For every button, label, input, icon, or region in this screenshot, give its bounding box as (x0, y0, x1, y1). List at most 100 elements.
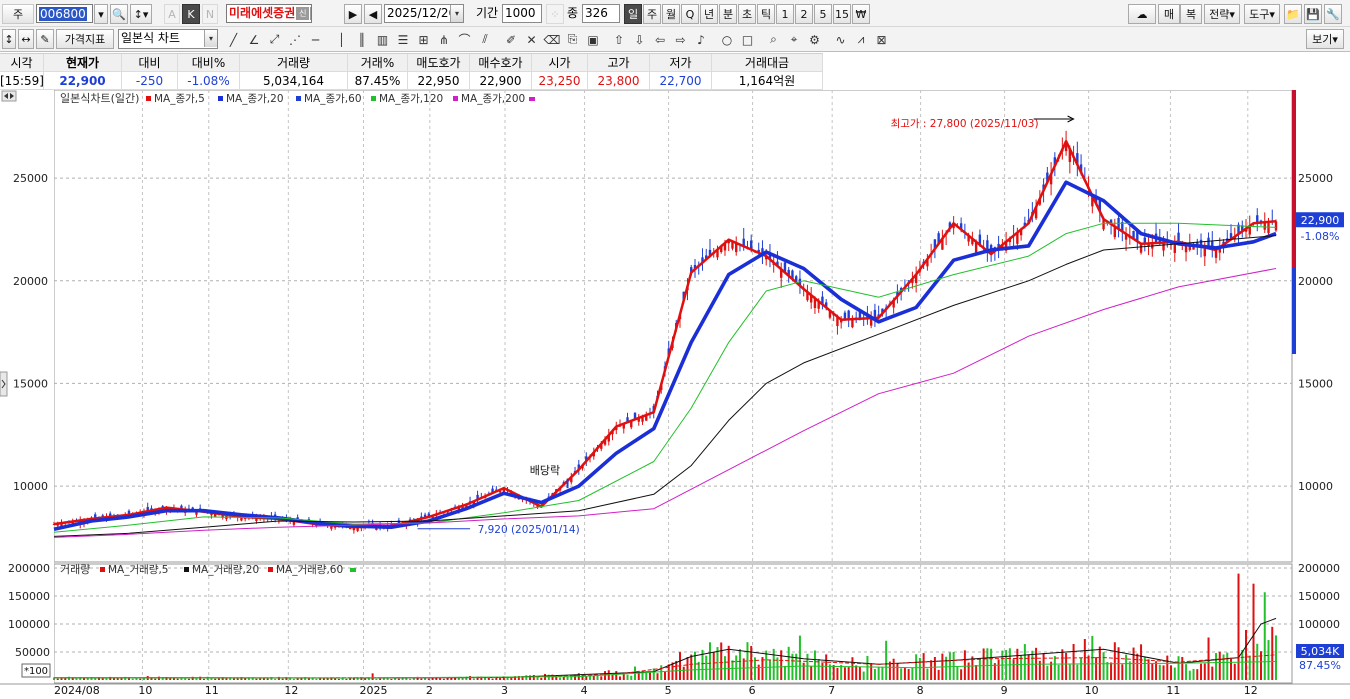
y-tick-label-right: 20000 (1298, 275, 1333, 288)
volume-bar (442, 678, 445, 680)
wave-icon[interactable]: ∿ (831, 30, 850, 49)
zoom-icon[interactable]: ⌕ (764, 30, 783, 49)
cloud-icon[interactable]: ☁ (1128, 4, 1156, 24)
letter-button-a[interactable]: A (164, 4, 180, 24)
volume-bar (656, 673, 659, 680)
interval-button[interactable]: 1 (776, 4, 794, 24)
tools-menu[interactable]: 도구 ▾ (1244, 4, 1280, 24)
interval-button[interactable]: 5 (814, 4, 832, 24)
pen-icon[interactable]: ✐ (502, 30, 521, 49)
side-collapse-handle (0, 371, 8, 397)
gann-icon[interactable]: ⊞ (414, 30, 433, 49)
interval-button[interactable]: 년 (700, 4, 718, 24)
line-draw-icon[interactable]: ╱ (224, 30, 243, 49)
angle-icon[interactable]: ∠ (245, 30, 264, 49)
volume-bar (1181, 656, 1184, 680)
grid-icon[interactable]: ⁘ (546, 4, 564, 24)
y-tick-label: 20000 (13, 275, 48, 288)
interval-button[interactable]: 15 (833, 4, 851, 24)
strategy-menu[interactable]: 전략 ▾ (1204, 4, 1240, 24)
pattern-icon[interactable]: ⩘ (852, 30, 871, 49)
price-chart[interactable]: 25000 25000 20000 20000 15000 15000 10000 10000… (0, 89, 1350, 699)
interval-button[interactable]: 분 (719, 4, 737, 24)
volume-bar (319, 678, 322, 680)
sort-arrows-icon[interactable]: ↕▾ (130, 4, 152, 24)
cross-icon[interactable]: ✕ (522, 30, 541, 49)
folder-icon[interactable]: 📁 (1284, 4, 1302, 24)
market-select[interactable]: 주 (2, 4, 34, 24)
chart-grid (0, 89, 1350, 699)
fib-icon[interactable]: ☰ (394, 30, 413, 49)
parallel-icon[interactable]: ⫽ (476, 30, 495, 49)
cancel-icon[interactable]: ⊠ (872, 30, 891, 49)
magnet-icon[interactable]: ⌖ (785, 30, 804, 49)
date-field[interactable]: 2025/12/26 ▾ (384, 4, 464, 23)
letter-button-k[interactable]: K (182, 4, 200, 24)
stock-code-input[interactable]: 006800 (36, 4, 93, 23)
note-icon[interactable]: ♪ (692, 30, 711, 49)
letter-button-n[interactable]: N (202, 4, 218, 24)
horizontal-line-icon[interactable]: ─ (306, 30, 325, 49)
tools-menu-label: 도구 (1249, 8, 1270, 21)
interval-button[interactable]: 일 (624, 4, 642, 24)
next-play-icon[interactable]: ▶ (344, 4, 362, 24)
prev-play-icon[interactable]: ◀ (364, 4, 382, 24)
settings-icon[interactable]: ⚙ (805, 30, 824, 49)
circle-icon[interactable]: ○ (718, 30, 737, 49)
square-icon[interactable]: □ (738, 30, 757, 49)
grid-lines-icon[interactable]: ▥ (373, 30, 392, 49)
volume-bar (427, 678, 430, 680)
interval-button[interactable]: ₩ (852, 4, 870, 24)
volume-bar (187, 678, 190, 680)
interval-button[interactable]: 틱 (757, 4, 775, 24)
volume-bar (1008, 648, 1011, 680)
volume-bar (757, 664, 760, 680)
right-arrow-icon[interactable]: ⇨ (671, 30, 690, 49)
interval-button[interactable]: 월 (662, 4, 680, 24)
cycle-icon[interactable]: ⌒ (455, 30, 474, 49)
volume-bar (210, 678, 213, 680)
volume-bar (997, 659, 1000, 680)
trend-icon[interactable]: ⤢ (265, 30, 284, 49)
chart-type-dropdown-icon[interactable]: ▾ (204, 30, 217, 47)
high-annotation: 최고가 : 27,800 (2025/11/03) (891, 118, 1039, 130)
arrow-left-right-icon[interactable]: ↔ (18, 29, 34, 49)
period-input[interactable]: 1000 (502, 4, 542, 23)
code-dropdown-icon[interactable]: ▾ (94, 4, 108, 24)
pitchfork-icon[interactable]: ⋔ (435, 30, 454, 49)
edit-icon[interactable]: ✎ (36, 29, 54, 49)
volume-bar (843, 667, 846, 680)
channel-icon[interactable]: ║ (353, 30, 372, 49)
count-input[interactable]: 326 (582, 4, 620, 23)
volume-bar (832, 665, 835, 680)
interval-button[interactable]: 초 (738, 4, 756, 24)
volume-bar (1012, 659, 1015, 680)
view-button[interactable]: 보기 ▾ (1306, 29, 1344, 49)
arrow-up-down-icon[interactable]: ↕ (2, 29, 16, 49)
eraser-icon[interactable]: ⌫ (543, 30, 562, 49)
calendar-dropdown-icon[interactable]: ▾ (450, 5, 463, 22)
x-tick-label: 12 (284, 684, 298, 697)
interval-button[interactable]: 2 (795, 4, 813, 24)
clip-icon[interactable]: ⎘ (563, 30, 582, 49)
legend-swatch (100, 567, 105, 572)
x-tick-label: 3 (501, 684, 508, 697)
interval-button[interactable]: Q (681, 4, 699, 24)
up-arrow-icon[interactable]: ⇧ (610, 30, 629, 49)
volume-bar (1207, 637, 1210, 680)
save-icon[interactable]: 💾 (1304, 4, 1322, 24)
down-arrow-icon[interactable]: ⇩ (630, 30, 649, 49)
search-icon[interactable]: 🔍 (110, 4, 128, 24)
wrench-icon[interactable]: 🔧 (1324, 4, 1342, 24)
chart-type-select[interactable]: 일본식 차트 ▾ (118, 29, 218, 49)
left-arrow-icon[interactable]: ⇦ (651, 30, 670, 49)
fan-icon[interactable]: ⋰ (286, 30, 305, 49)
right-button-1[interactable]: 매 (1158, 4, 1180, 24)
price-indicator-button[interactable]: 가격지표 (56, 29, 114, 49)
legend-swatch (146, 96, 151, 101)
right-button-2[interactable]: 복 (1180, 4, 1202, 24)
screenshot-icon[interactable]: ▣ (584, 30, 603, 49)
volume-bar (652, 668, 655, 680)
interval-button[interactable]: 주 (643, 4, 661, 24)
vertical-line-icon[interactable]: │ (332, 30, 351, 49)
